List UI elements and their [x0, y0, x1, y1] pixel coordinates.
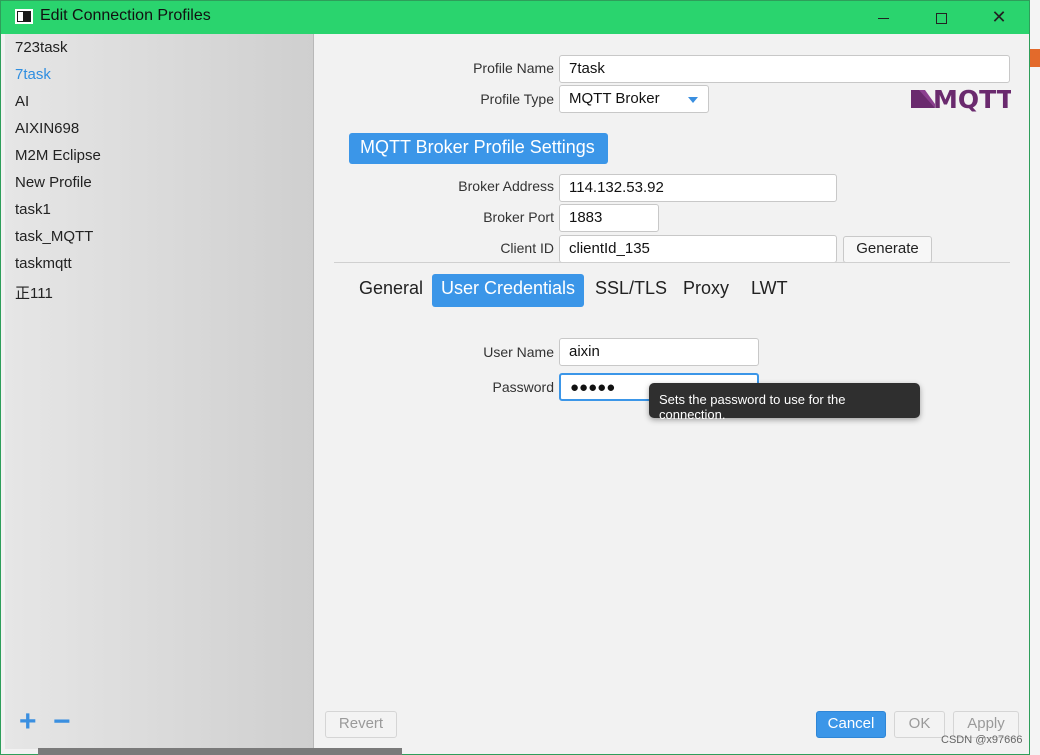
profile-name-field[interactable]: 7task — [559, 55, 1010, 83]
plus-icon: + — [19, 705, 37, 738]
tab-ssl-tls[interactable]: SSL/TLS — [586, 274, 676, 307]
profile-item-new-profile[interactable]: New Profile — [15, 174, 92, 191]
generate-button[interactable]: Generate — [843, 236, 932, 263]
ok-button[interactable]: OK — [894, 711, 945, 738]
profile-item-task1[interactable]: task1 — [15, 201, 51, 218]
app-window-icon — [15, 9, 33, 24]
username-label: User Name — [483, 344, 554, 360]
maximize-button[interactable] — [923, 4, 959, 30]
broker-port-field[interactable]: 1883 — [559, 204, 659, 232]
tab-lwt[interactable]: LWT — [742, 274, 797, 307]
profile-item-taskmqtt[interactable]: taskmqtt — [15, 255, 72, 272]
tab-user-credentials[interactable]: User Credentials — [432, 274, 585, 307]
minimize-button[interactable] — [865, 4, 901, 30]
client-id-field[interactable]: clientId_135 — [559, 235, 837, 263]
close-icon: ✕ — [991, 7, 1007, 27]
minus-icon: − — [53, 705, 71, 738]
profile-item-723task[interactable]: 723task — [15, 39, 68, 56]
close-button[interactable]: ✕ — [981, 4, 1017, 30]
profile-item-ai[interactable]: AI — [15, 93, 29, 110]
profile-type-label: Profile Type — [480, 91, 554, 107]
password-tooltip: Sets the password to use for the connect… — [649, 383, 920, 422]
profile-item-aixin698[interactable]: AIXIN698 — [15, 120, 79, 137]
remove-profile-button[interactable]: − — [53, 707, 71, 737]
broker-port-label: Broker Port — [483, 209, 554, 225]
profile-type-select[interactable]: MQTT Broker — [559, 85, 709, 113]
tab-general[interactable]: General — [350, 274, 432, 307]
broker-settings-header: MQTT Broker Profile Settings — [349, 133, 608, 164]
window-title: Edit Connection Profiles — [40, 7, 211, 24]
maximize-icon — [935, 12, 947, 24]
mqtt-logo: MQTT — [911, 86, 1011, 112]
profiles-sidebar: 723task 7task AI AIXIN698 M2M Eclipse Ne… — [5, 34, 314, 749]
profile-type-value: MQTT Broker — [569, 90, 660, 107]
cancel-button[interactable]: Cancel — [816, 711, 886, 738]
chevron-down-icon — [688, 97, 698, 103]
background-taskbar-fragment — [38, 748, 402, 755]
background-app-chip — [1030, 49, 1040, 67]
background-window-strip — [1030, 0, 1040, 755]
profile-name-label: Profile Name — [473, 60, 554, 76]
watermark-text: CSDN @x97666 — [941, 734, 1023, 746]
profile-item-m2m-eclipse[interactable]: M2M Eclipse — [15, 147, 101, 164]
edit-connection-profiles-window: Edit Connection Profiles ✕ 723task 7task… — [0, 0, 1030, 755]
profile-item-7task[interactable]: 7task — [15, 66, 51, 83]
add-profile-button[interactable]: + — [19, 707, 37, 737]
profile-item-task-mqtt[interactable]: task_MQTT — [15, 228, 93, 245]
tab-proxy[interactable]: Proxy — [674, 274, 738, 307]
password-label: Password — [492, 379, 554, 395]
revert-button[interactable]: Revert — [325, 711, 397, 738]
profile-item-zheng111[interactable]: 正111 — [15, 282, 53, 303]
section-divider — [334, 262, 1010, 263]
client-id-label: Client ID — [500, 240, 554, 256]
title-bar[interactable]: Edit Connection Profiles ✕ — [1, 1, 1029, 34]
minimize-icon — [877, 17, 889, 19]
mqtt-logo-text: MQTT — [933, 86, 1011, 112]
profile-settings-panel: Profile Name 7task Profile Type MQTT Bro… — [314, 34, 1029, 749]
broker-address-field[interactable]: 114.132.53.92 — [559, 174, 837, 202]
broker-address-label: Broker Address — [458, 178, 554, 194]
username-field[interactable]: aixin — [559, 338, 759, 366]
